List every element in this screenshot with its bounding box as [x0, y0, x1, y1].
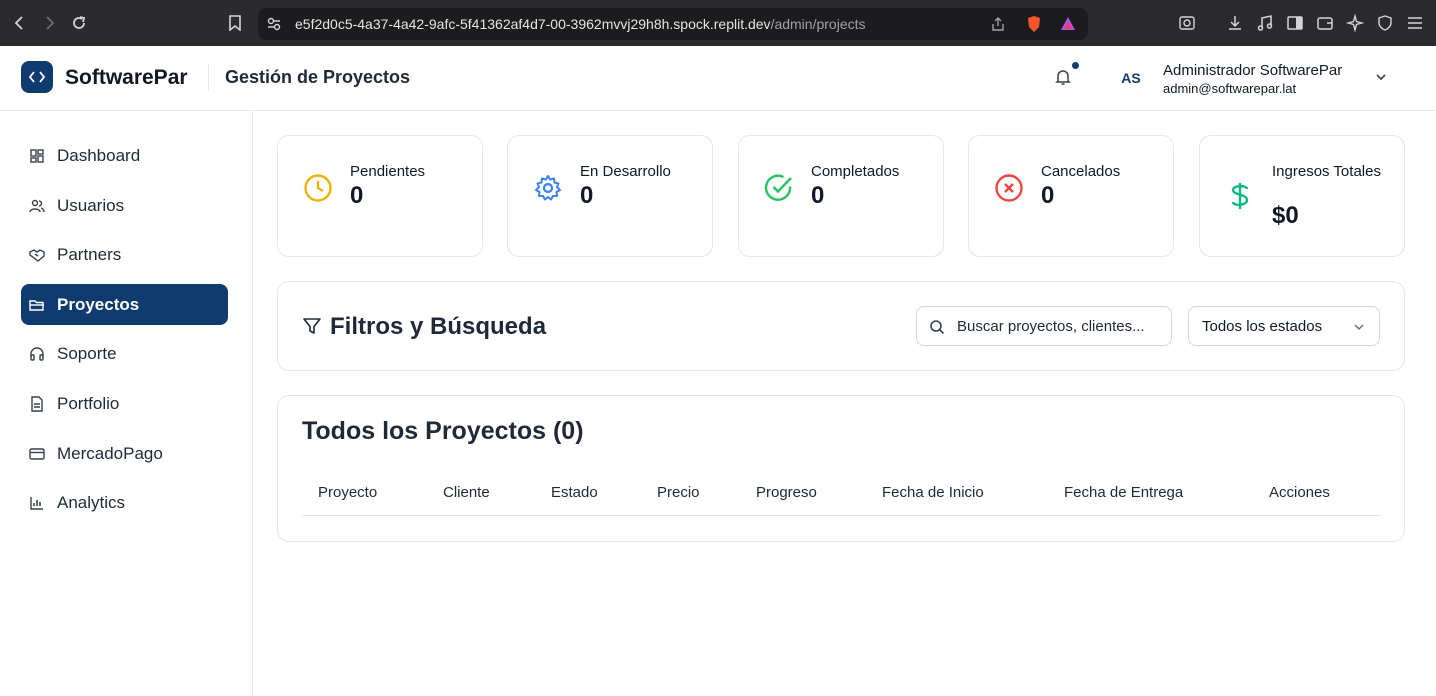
sidebar-item-label: Analytics — [57, 492, 126, 512]
sidebar-item-label: MercadoPago — [57, 443, 163, 463]
back-icon[interactable] — [9, 12, 31, 34]
stat-value: 0 — [350, 182, 364, 209]
sidebar-item-label: Proyectos — [57, 294, 140, 314]
stat-label: Completados — [811, 163, 900, 180]
stat-value: $0 — [1272, 202, 1299, 229]
stat-card-completados: Completados 0 — [738, 135, 944, 257]
column-header-fecha-entrega: Fecha de Entrega — [1064, 484, 1184, 501]
stat-label: Ingresos Totales — [1272, 163, 1381, 180]
site-settings-icon[interactable] — [266, 16, 282, 32]
gear-icon — [532, 172, 564, 204]
stat-card-pendientes: Pendientes 0 — [277, 135, 483, 257]
sidebar-item-mercadopago[interactable]: MercadoPago — [21, 433, 228, 474]
column-header-proyecto: Proyecto — [318, 484, 378, 501]
stat-value: 0 — [580, 182, 594, 209]
wallet-icon[interactable] — [1316, 14, 1334, 32]
column-header-precio: Precio — [657, 484, 700, 501]
sidebar-item-label: Portfolio — [57, 393, 120, 413]
reload-icon[interactable] — [68, 12, 90, 34]
user-name[interactable]: Administrador SoftwarePar — [1163, 62, 1342, 79]
vpn-icon[interactable] — [1376, 14, 1394, 32]
sidebar-toggle-icon[interactable] — [1286, 14, 1304, 32]
sidebar-item-analytics[interactable]: Analytics — [21, 482, 228, 523]
column-header-fecha-inicio: Fecha de Inicio — [882, 484, 984, 501]
check-circle-icon — [763, 172, 795, 204]
projects-panel: Todos los Proyectos (0) Proyecto Cliente… — [277, 395, 1405, 542]
column-header-estado: Estado — [551, 484, 598, 501]
header-divider — [208, 64, 209, 90]
column-header-cliente: Cliente — [443, 484, 490, 501]
music-icon[interactable] — [1256, 14, 1274, 32]
column-header-progreso: Progreso — [756, 484, 817, 501]
sidebar-item-partners[interactable]: Partners — [21, 234, 228, 275]
search-box[interactable] — [916, 306, 1172, 346]
grid-icon — [28, 147, 46, 165]
document-icon — [28, 395, 46, 413]
chevron-down-icon[interactable] — [1374, 70, 1388, 84]
clock-icon — [302, 172, 334, 204]
share-icon[interactable] — [990, 16, 1006, 32]
x-circle-icon — [993, 172, 1025, 204]
notification-dot — [1072, 62, 1079, 69]
sidebar-item-dashboard[interactable]: Dashboard — [21, 135, 228, 176]
column-header-acciones: Acciones — [1269, 484, 1330, 501]
sidebar-item-label: Dashboard — [57, 145, 141, 165]
status-filter-select[interactable]: Todos los estados — [1188, 306, 1380, 346]
status-filter-value: Todos los estados — [1202, 318, 1323, 335]
browser-toolbar: e5f2d0c5-4a37-4a42-9afc-5f41362af4d7-00-… — [0, 0, 1436, 46]
sidebar-item-label: Partners — [57, 244, 122, 264]
brave-rewards-icon[interactable] — [1060, 16, 1076, 32]
address-bar[interactable]: e5f2d0c5-4a37-4a42-9afc-5f41362af4d7-00-… — [258, 8, 1088, 40]
bookmark-icon[interactable] — [224, 12, 246, 34]
handshake-icon — [28, 246, 46, 264]
search-input[interactable] — [957, 316, 1163, 336]
url-text: e5f2d0c5-4a37-4a42-9afc-5f41362af4d7-00-… — [295, 16, 866, 32]
stat-card-cancelados: Cancelados 0 — [968, 135, 1174, 257]
user-email: admin@softwarepar.lat — [1163, 81, 1297, 96]
stat-card-en-desarrollo: En Desarrollo 0 — [507, 135, 713, 257]
table-header: Proyecto Cliente Estado Precio Progreso … — [302, 468, 1381, 516]
app-header: SoftwarePar Gestión de Proyectos AS Admi… — [0, 46, 1436, 111]
sidebar: Dashboard Usuarios Partners Proyectos So… — [0, 111, 253, 696]
headphones-icon — [28, 345, 46, 363]
stat-value: 0 — [1041, 182, 1055, 209]
stat-label: En Desarrollo — [580, 163, 671, 180]
brand-name[interactable]: SoftwarePar — [65, 66, 188, 90]
search-icon — [929, 319, 945, 335]
stat-label: Cancelados — [1041, 163, 1121, 180]
filters-title: Filtros y Búsqueda — [330, 313, 547, 340]
sidebar-item-soporte[interactable]: Soporte — [21, 333, 228, 374]
stat-value: 0 — [811, 182, 825, 209]
filter-icon — [302, 316, 322, 336]
dollar-icon — [1224, 180, 1256, 212]
brave-shield-icon[interactable] — [1026, 15, 1042, 33]
projects-title: Todos los Proyectos (0) — [302, 417, 584, 445]
sidebar-item-proyectos[interactable]: Proyectos — [21, 284, 228, 325]
bell-icon[interactable] — [1054, 68, 1072, 86]
leo-ai-icon[interactable] — [1346, 14, 1364, 32]
bar-chart-icon — [28, 494, 46, 512]
page-title: Gestión de Proyectos — [225, 67, 411, 87]
sidebar-item-usuarios[interactable]: Usuarios — [21, 185, 228, 226]
sidebar-item-portfolio[interactable]: Portfolio — [21, 383, 228, 424]
users-icon — [28, 197, 46, 215]
filters-panel: Filtros y Búsqueda Todos los estados — [277, 281, 1405, 371]
stat-label: Pendientes — [350, 163, 426, 180]
code-logo-icon[interactable] — [21, 61, 53, 93]
sidebar-item-label: Usuarios — [57, 195, 125, 215]
chevron-down-icon — [1352, 320, 1366, 334]
sidebar-item-label: Soporte — [57, 343, 117, 363]
folder-icon — [28, 296, 46, 314]
avatar[interactable]: AS — [1116, 66, 1146, 90]
screenshot-icon[interactable] — [1178, 14, 1196, 32]
stat-card-ingresos-totales: Ingresos Totales $0 — [1199, 135, 1405, 257]
download-icon[interactable] — [1226, 14, 1244, 32]
forward-icon[interactable] — [38, 12, 60, 34]
credit-card-icon — [28, 445, 46, 463]
menu-icon[interactable] — [1406, 14, 1424, 32]
